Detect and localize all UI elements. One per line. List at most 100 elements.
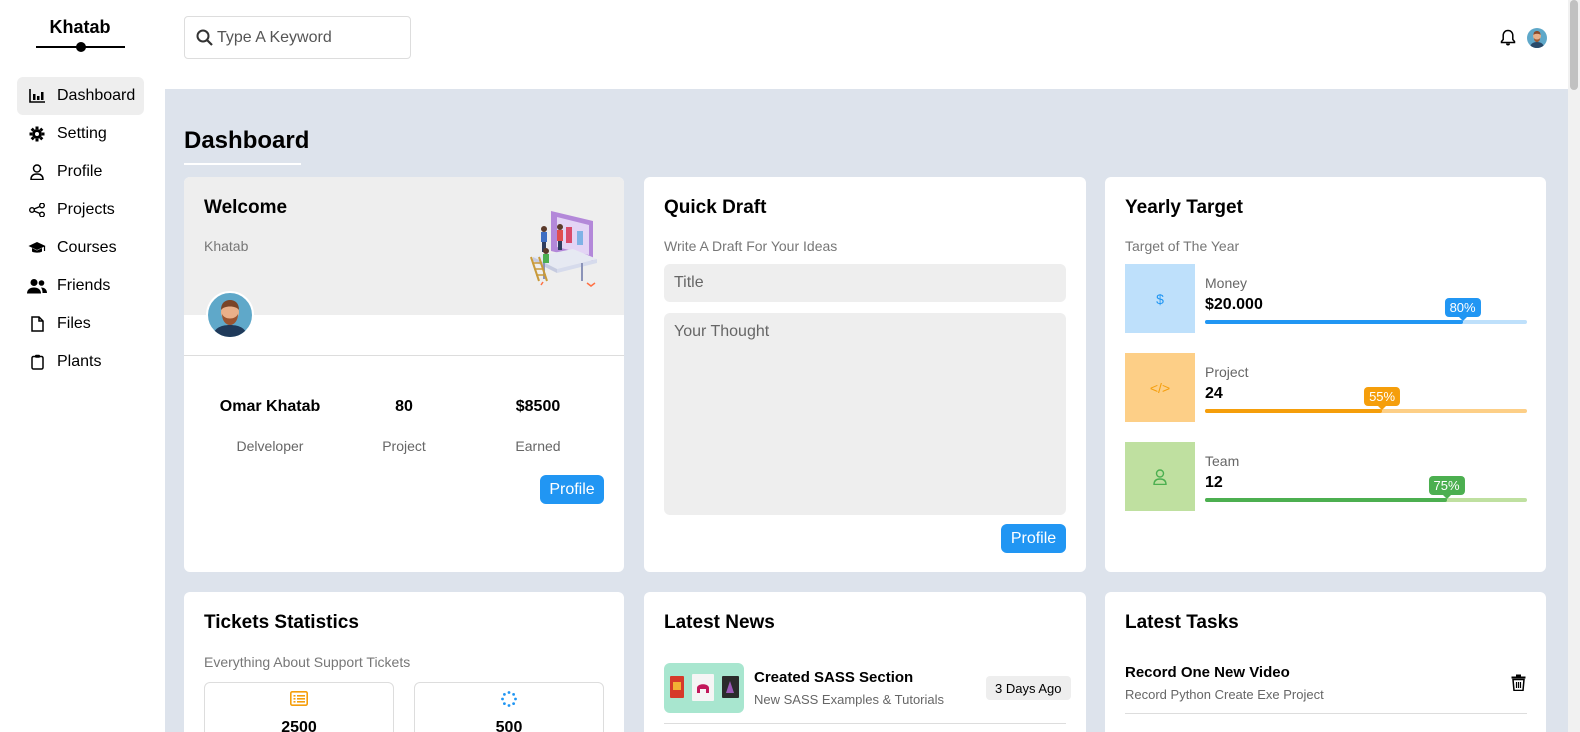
welcome-stat-earned: $8500 Earned xyxy=(478,398,598,454)
share-nodes-icon xyxy=(27,201,47,219)
ticket-stat-value: 2500 xyxy=(281,719,317,732)
task-separator xyxy=(1125,713,1527,714)
progress-fill xyxy=(1205,320,1463,324)
target-money-value: $20.000 xyxy=(1205,296,1263,313)
stat-label: Delveloper xyxy=(236,438,304,454)
sidebar-item-setting[interactable]: Setting xyxy=(17,115,144,153)
stat-value: Omar Khatab xyxy=(219,398,321,415)
gear-icon xyxy=(27,125,47,143)
sidebar-item-label: Dashboard xyxy=(57,87,136,104)
trash-icon[interactable] xyxy=(1511,674,1526,696)
search-icon xyxy=(196,29,213,51)
sidebar-item-label: Friends xyxy=(57,277,111,294)
top-header xyxy=(165,0,1568,89)
sidebar-nav: Dashboard Setting Profile Projects Cours… xyxy=(17,77,144,381)
search-input[interactable] xyxy=(217,25,402,51)
user-icon xyxy=(27,163,47,181)
news-item-date: 3 Days Ago xyxy=(986,676,1071,700)
stat-value: $8500 xyxy=(515,398,561,415)
scrollbar-thumb[interactable] xyxy=(1570,0,1578,90)
progress-fill xyxy=(1205,498,1447,502)
target-team-progress: 75% xyxy=(1205,476,1527,502)
welcome-illustration xyxy=(521,205,601,294)
sidebar-item-courses[interactable]: Courses xyxy=(17,229,144,267)
sidebar-item-profile[interactable]: Profile xyxy=(17,153,144,191)
welcome-name: Khatab xyxy=(204,238,249,254)
target-project-label: Project xyxy=(1205,364,1249,380)
bell-icon[interactable] xyxy=(1500,29,1516,51)
tickets-title: Tickets Statistics xyxy=(204,612,359,633)
target-money-label: Money xyxy=(1205,275,1248,291)
ticket-stat-value: 500 xyxy=(495,719,523,732)
progress-percent-badge: 80% xyxy=(1444,298,1481,321)
news-item-desc: New SASS Examples & Tutorials xyxy=(754,692,945,707)
task-item-title: Record One New Video xyxy=(1125,664,1290,681)
welcome-avatar[interactable] xyxy=(206,291,254,339)
target-money-progress: 80% xyxy=(1205,298,1527,324)
target-team-label: Team xyxy=(1205,453,1240,469)
dollar-icon: $ xyxy=(1125,264,1195,333)
code-icon: </> xyxy=(1125,353,1195,422)
tickets-card: Tickets Statistics Everything About Supp… xyxy=(184,592,624,732)
progress-fill xyxy=(1205,409,1383,413)
page-scrollbar[interactable] xyxy=(1568,0,1580,732)
sidebar-item-plants[interactable]: Plants xyxy=(17,343,144,381)
tasks-title: Latest Tasks xyxy=(1125,612,1239,633)
user-avatar[interactable] xyxy=(1527,28,1547,48)
sidebar-item-label: Courses xyxy=(57,239,117,256)
ticket-stat-pending: 500 xyxy=(414,682,604,732)
sidebar-item-label: Plants xyxy=(57,353,102,370)
users-icon xyxy=(27,277,47,295)
page-title: Dashboard xyxy=(184,127,310,154)
stat-label: Project xyxy=(382,438,426,454)
welcome-divider xyxy=(184,355,624,356)
sidebar-item-dashboard[interactable]: Dashboard xyxy=(17,77,144,115)
news-thumbnail[interactable] xyxy=(664,663,744,713)
user-icon xyxy=(1125,442,1195,511)
news-title: Latest News xyxy=(664,612,775,633)
draft-title-input[interactable] xyxy=(664,264,1066,302)
logo-dot xyxy=(76,42,86,52)
file-icon xyxy=(27,315,47,333)
sidebar-item-label: Setting xyxy=(57,125,107,142)
ticket-stat-total: 2500 xyxy=(204,682,394,732)
latest-news-card: Latest News Created SASS Section New SAS… xyxy=(644,592,1086,732)
sidebar-item-friends[interactable]: Friends xyxy=(17,267,144,305)
main-content: Dashboard Welcome Khatab Omar Khatab Del… xyxy=(165,89,1568,732)
list-icon xyxy=(205,691,393,706)
tickets-subtitle: Everything About Support Tickets xyxy=(204,654,411,670)
target-title: Yearly Target xyxy=(1125,197,1243,218)
profile-button[interactable]: Profile xyxy=(540,475,604,504)
sidebar-item-files[interactable]: Files xyxy=(17,305,144,343)
draft-body-textarea[interactable] xyxy=(664,313,1066,515)
news-separator xyxy=(664,723,1066,724)
page-title-underline xyxy=(184,163,301,165)
welcome-stat-projects: 80 Project xyxy=(344,398,464,454)
stat-value: 80 xyxy=(395,398,413,415)
target-glyph: </> xyxy=(1149,379,1171,396)
quick-draft-card: Quick Draft Write A Draft For Your Ideas… xyxy=(644,177,1086,572)
target-team-value: 12 xyxy=(1205,474,1223,491)
draft-subtitle: Write A Draft For Your Ideas xyxy=(664,238,838,254)
graduation-cap-icon xyxy=(27,239,47,257)
sidebar-item-label: Files xyxy=(57,315,91,332)
welcome-stat-name: Omar Khatab Delveloper xyxy=(210,398,330,454)
progress-percent-badge: 75% xyxy=(1428,476,1465,499)
draft-submit-button[interactable]: Profile xyxy=(1001,524,1066,553)
brand-logo: Khatab xyxy=(49,17,111,37)
yearly-target-card: Yearly Target Target of The Year $ Money… xyxy=(1105,177,1546,572)
spinner-icon xyxy=(415,691,603,707)
sidebar-item-label: Projects xyxy=(57,201,115,218)
sidebar-item-projects[interactable]: Projects xyxy=(17,191,144,229)
welcome-title: Welcome xyxy=(204,197,288,218)
sidebar: Khatab Dashboard Setting Profile Project xyxy=(0,0,165,732)
chart-icon xyxy=(27,87,47,105)
target-subtitle: Target of The Year xyxy=(1125,238,1240,254)
draft-title: Quick Draft xyxy=(664,197,767,218)
task-item-desc: Record Python Create Exe Project xyxy=(1125,687,1324,702)
progress-percent-badge: 55% xyxy=(1364,387,1401,410)
target-project-value: 24 xyxy=(1205,385,1223,402)
sidebar-item-label: Profile xyxy=(57,163,103,180)
news-item-title[interactable]: Created SASS Section xyxy=(754,669,913,686)
target-glyph: $ xyxy=(1156,290,1164,307)
